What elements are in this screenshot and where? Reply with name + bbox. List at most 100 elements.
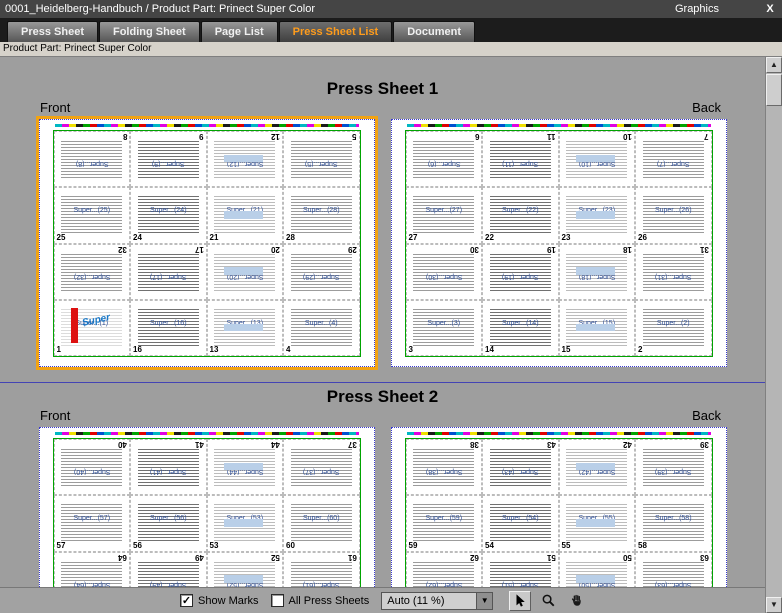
page-cell[interactable]: 4Super...(4) xyxy=(283,300,360,356)
page-cell[interactable]: 15Super...(15) xyxy=(559,300,636,356)
checkbox-checked-icon[interactable]: ✓ xyxy=(180,594,193,607)
tab-bar: Press SheetFolding SheetPage ListPress S… xyxy=(0,18,782,42)
dropdown-arrow-icon[interactable]: ▼ xyxy=(476,593,492,609)
page-cell[interactable]: 11Super...(11) xyxy=(482,131,559,187)
page-caption: Super...(41) xyxy=(131,468,206,475)
page-caption: Super...(2) xyxy=(636,320,711,327)
page-cell[interactable]: 54Super...(54) xyxy=(482,495,559,551)
tab-press-sheet[interactable]: Press Sheet xyxy=(7,21,98,42)
page-cell[interactable]: 41Super...(41) xyxy=(130,439,207,495)
page-cell[interactable]: 38Super...(38) xyxy=(406,439,483,495)
page-text-preview xyxy=(138,309,199,346)
tab-document[interactable]: Document xyxy=(393,21,475,42)
checkbox-unchecked-icon[interactable] xyxy=(271,594,284,607)
page-cell[interactable]: 24Super...(24) xyxy=(130,187,207,243)
page-cell[interactable]: 28Super...(28) xyxy=(283,187,360,243)
page-number: 39 xyxy=(700,440,709,449)
page-number: 62 xyxy=(470,553,479,562)
page-cell[interactable]: 30Super...(30) xyxy=(406,244,483,300)
page-text-preview xyxy=(61,504,122,541)
page-number: 13 xyxy=(210,345,219,354)
page-cell[interactable]: 37Super...(37) xyxy=(283,439,360,495)
graphics-menu[interactable]: Graphics xyxy=(675,3,719,15)
page-number: 59 xyxy=(409,541,418,550)
page-cell[interactable]: 16Super...(16) xyxy=(130,300,207,356)
page-cell[interactable]: 5Super...(5) xyxy=(283,131,360,187)
pan-tool-button[interactable] xyxy=(565,591,587,611)
page-cell[interactable]: 58Super...(58) xyxy=(635,495,712,551)
page-caption: Super...(24) xyxy=(131,207,206,214)
page-caption: Super...(20) xyxy=(208,273,283,280)
pointer-tool-button[interactable] xyxy=(509,591,531,611)
close-button[interactable]: X xyxy=(763,3,777,15)
page-cell[interactable]: 2Super...(2) xyxy=(635,300,712,356)
tab-folding-sheet[interactable]: Folding Sheet xyxy=(99,21,200,42)
page-caption: Super...(58) xyxy=(636,515,711,522)
tab-page-list[interactable]: Page List xyxy=(201,21,278,42)
page-cell[interactable]: 32Super...(32) xyxy=(54,244,131,300)
page-caption: Super...(12) xyxy=(208,160,283,167)
page-caption: Super...(29) xyxy=(284,273,359,280)
page-caption: Super...(17) xyxy=(131,273,206,280)
page-cell[interactable]: 29Super...(29) xyxy=(283,244,360,300)
page-cell[interactable]: 1Super...(1)Super xyxy=(54,300,131,356)
page-cell[interactable]: 44Super...(44) xyxy=(207,439,284,495)
page-cell[interactable]: 8Super...(8) xyxy=(54,131,131,187)
page-caption: Super...(27) xyxy=(407,207,482,214)
plate-area: 40Super...(40)41Super...(41)44Super...(4… xyxy=(39,427,375,613)
page-cell[interactable]: 40Super...(40) xyxy=(54,439,131,495)
sheet-preview-front[interactable]: 8Super...(8)9Super...(9)12Super...(12)5S… xyxy=(36,116,378,370)
page-number: 18 xyxy=(623,245,632,254)
page-text-preview xyxy=(291,196,352,233)
page-cell[interactable]: 27Super...(27) xyxy=(406,187,483,243)
page-cell[interactable]: 6Super...(6) xyxy=(406,131,483,187)
page-cell[interactable]: 21Super...(21) xyxy=(207,187,284,243)
page-cell[interactable]: 13Super...(13) xyxy=(207,300,284,356)
scroll-up-button[interactable]: ▲ xyxy=(766,57,782,73)
page-cell[interactable]: 56Super...(56) xyxy=(130,495,207,551)
page-number: 5 xyxy=(352,132,356,141)
page-cell[interactable]: 60Super...(60) xyxy=(283,495,360,551)
page-cell[interactable]: 22Super...(22) xyxy=(482,187,559,243)
page-caption: Super...(10) xyxy=(560,160,635,167)
page-number: 44 xyxy=(271,440,280,449)
page-cell[interactable]: 43Super...(43) xyxy=(482,439,559,495)
page-cell[interactable]: 9Super...(9) xyxy=(130,131,207,187)
page-cell[interactable]: 59Super...(59) xyxy=(406,495,483,551)
page-cell[interactable]: 3Super...(3) xyxy=(406,300,483,356)
page-cell[interactable]: 14Super...(14) xyxy=(482,300,559,356)
show-marks-checkbox[interactable]: ✓ Show Marks xyxy=(180,594,259,607)
page-cell[interactable]: 42Super...(42) xyxy=(559,439,636,495)
sheet-preview-back[interactable]: 38Super...(38)43Super...(43)42Super...(4… xyxy=(388,424,730,613)
zoom-select[interactable]: Auto (11 %) ▼ xyxy=(381,592,493,610)
sheet-preview-back[interactable]: 6Super...(6)11Super...(11)10Super...(10)… xyxy=(388,116,730,370)
page-cell[interactable]: 23Super...(23) xyxy=(559,187,636,243)
all-press-sheets-checkbox[interactable]: All Press Sheets xyxy=(271,594,370,607)
page-cell[interactable]: 7Super...(7) xyxy=(635,131,712,187)
page-cell[interactable]: 25Super...(25) xyxy=(54,187,131,243)
zoom-tool-button[interactable] xyxy=(537,591,559,611)
page-caption: Super...(25) xyxy=(55,207,130,214)
page-cell[interactable]: 18Super...(18) xyxy=(559,244,636,300)
tab-press-sheet-list[interactable]: Press Sheet List xyxy=(279,21,393,42)
page-cell[interactable]: 10Super...(10) xyxy=(559,131,636,187)
page-cell[interactable]: 53Super...(53) xyxy=(207,495,284,551)
page-cell[interactable]: 57Super...(57) xyxy=(54,495,131,551)
sheet-preview-front[interactable]: 40Super...(40)41Super...(41)44Super...(4… xyxy=(36,424,378,613)
scrollbar-thumb[interactable] xyxy=(766,74,782,106)
page-cell[interactable]: 12Super...(12) xyxy=(207,131,284,187)
scroll-down-button[interactable]: ▼ xyxy=(766,597,782,613)
page-cell[interactable]: 31Super...(31) xyxy=(635,244,712,300)
page-cell[interactable]: 39Super...(39) xyxy=(635,439,712,495)
page-text-preview xyxy=(138,196,199,233)
page-number: 57 xyxy=(57,541,66,550)
page-cell[interactable]: 17Super...(17) xyxy=(130,244,207,300)
side-labels: FrontBack xyxy=(0,100,765,116)
front-label: Front xyxy=(40,100,70,116)
page-cell[interactable]: 20Super...(20) xyxy=(207,244,284,300)
vertical-scrollbar[interactable]: ▲ ▼ xyxy=(765,57,782,613)
page-cell[interactable]: 26Super...(26) xyxy=(635,187,712,243)
page-text-preview xyxy=(490,309,551,346)
page-cell[interactable]: 55Super...(55) xyxy=(559,495,636,551)
page-cell[interactable]: 19Super...(19) xyxy=(482,244,559,300)
